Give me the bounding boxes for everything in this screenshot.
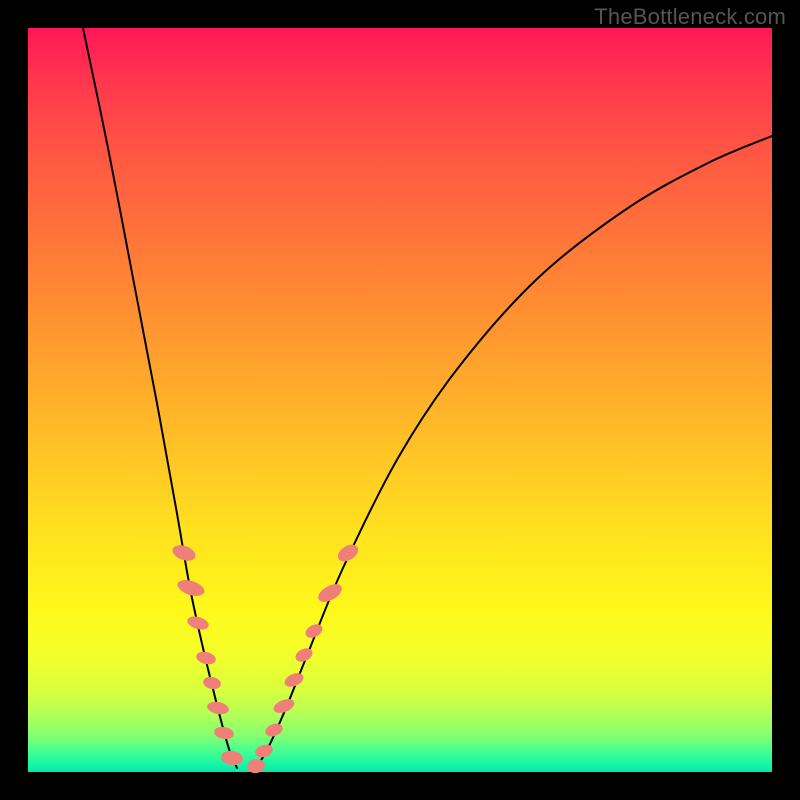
curve-marker: [213, 725, 235, 740]
curve-marker: [206, 700, 230, 716]
curve-marker: [335, 541, 361, 565]
curve-marker: [186, 614, 210, 632]
curve-marker: [263, 721, 284, 738]
curve-marker: [315, 580, 345, 605]
plot-area: [28, 28, 772, 772]
curve-marker: [246, 757, 267, 774]
watermark-text: TheBottleneck.com: [594, 4, 786, 30]
curves-svg: [28, 28, 772, 772]
curve-marker: [202, 675, 222, 690]
curve-marker: [220, 750, 244, 767]
right-curve: [256, 136, 772, 768]
curve-marker: [170, 542, 197, 563]
curve-marker: [254, 743, 275, 759]
chart-frame: TheBottleneck.com: [0, 0, 800, 800]
curve-markers: [170, 541, 361, 774]
curve-marker: [195, 650, 217, 666]
